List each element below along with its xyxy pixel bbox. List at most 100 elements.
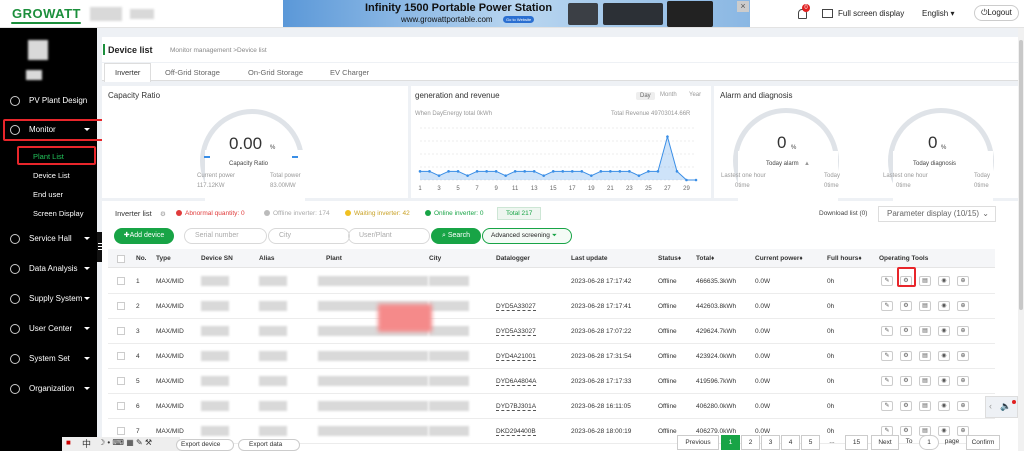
row-checkbox[interactable] — [117, 427, 125, 435]
grid-icon[interactable]: ⊕ — [957, 401, 969, 411]
cell-datalogger[interactable]: DYD6A4804A — [496, 378, 537, 386]
cell-datalogger[interactable]: DYD5A33027 — [496, 303, 536, 311]
search-button[interactable]: ⌕ Search — [431, 228, 481, 244]
page-button-3[interactable]: 3 — [761, 435, 780, 450]
sidebar-subitem-screen-display[interactable]: Screen Display — [33, 209, 83, 218]
export-data-button[interactable]: Export data — [238, 439, 300, 451]
data-point[interactable] — [609, 170, 612, 173]
next-page-button[interactable]: Next — [871, 435, 899, 450]
data-point[interactable] — [675, 170, 679, 173]
sidebar-item-supply-system[interactable]: Supply System — [0, 288, 97, 310]
language-select[interactable]: English ▾ — [922, 9, 955, 18]
data-point[interactable] — [590, 174, 593, 177]
ime-toolbar[interactable]: ■ 中 ☽ • ⌨ ▦ ✎ ⚒ — [62, 437, 180, 451]
chart-icon[interactable]: ▤ — [919, 351, 931, 361]
segment-year[interactable]: Year — [689, 92, 701, 98]
view-icon[interactable]: ◉ — [938, 326, 950, 336]
data-point[interactable] — [485, 170, 488, 173]
data-point[interactable] — [418, 170, 422, 173]
chart-icon[interactable]: ▤ — [919, 326, 931, 336]
column-header-sortable[interactable]: Full hours♦ — [827, 255, 862, 262]
data-point[interactable] — [447, 170, 450, 173]
tab-ev-charger[interactable]: EV Charger — [330, 68, 369, 77]
grid-icon[interactable]: ⊕ — [957, 351, 969, 361]
sidebar-item-system-set[interactable]: System Set — [0, 348, 97, 370]
serial-number-input[interactable]: Serial number — [184, 228, 267, 244]
data-point[interactable] — [542, 174, 546, 177]
filter-waiting[interactable]: Waiting inverter: 42 — [345, 210, 410, 217]
ad-button[interactable]: Go to Website — [503, 16, 535, 23]
data-point[interactable] — [523, 170, 526, 173]
edit-icon[interactable]: ✎ — [881, 351, 893, 361]
floating-widget[interactable]: ‹ 🔈 — [985, 396, 1018, 418]
segment-day[interactable]: Day — [636, 92, 655, 100]
chart-icon[interactable]: ▤ — [919, 401, 931, 411]
data-point[interactable] — [551, 170, 555, 173]
page-button-4[interactable]: 4 — [781, 435, 800, 450]
data-point[interactable] — [428, 170, 431, 173]
data-point[interactable] — [513, 170, 517, 173]
data-point[interactable] — [647, 170, 650, 173]
data-point[interactable] — [561, 170, 565, 173]
chart-icon[interactable]: ▤ — [919, 376, 931, 386]
table-row[interactable] — [108, 294, 995, 319]
table-row[interactable] — [108, 269, 995, 294]
edit-icon[interactable]: ✎ — [881, 276, 893, 286]
data-point[interactable] — [570, 170, 574, 173]
view-icon[interactable]: ◉ — [938, 351, 950, 361]
table-row[interactable] — [108, 344, 995, 369]
column-header-sortable[interactable]: Total♦ — [696, 255, 714, 262]
tab-on-grid-storage[interactable]: On-Grid Storage — [248, 68, 303, 77]
page-button-5[interactable]: 5 — [801, 435, 820, 450]
row-checkbox[interactable] — [117, 302, 125, 310]
filter-online[interactable]: Online inverter: 0 — [425, 210, 484, 217]
cell-datalogger[interactable]: DYD7BJ301A — [496, 403, 537, 411]
advanced-screening-button[interactable]: Advanced screening ⏷ — [482, 228, 572, 244]
data-point[interactable] — [599, 170, 603, 173]
view-icon[interactable]: ◉ — [938, 376, 950, 386]
ad-banner[interactable]: Infinity 1500 Portable Power Station www… — [283, 0, 750, 27]
confirm-page-button[interactable]: Confirm — [966, 435, 1000, 450]
view-icon[interactable]: ◉ — [938, 301, 950, 311]
cell-datalogger[interactable]: DYD4A21001 — [496, 353, 536, 361]
data-point[interactable] — [656, 170, 660, 173]
settings-icon[interactable]: ⚙ — [900, 401, 912, 411]
info-icon[interactable]: ▲ — [804, 161, 810, 167]
list-settings-icon[interactable]: ⚙ — [160, 210, 166, 218]
row-checkbox[interactable] — [117, 277, 125, 285]
logout-button[interactable]: ⏻Logout — [974, 5, 1019, 21]
settings-icon[interactable]: ⚙ — [900, 351, 912, 361]
view-icon[interactable]: ◉ — [938, 276, 950, 286]
table-row[interactable] — [108, 394, 995, 419]
edit-icon[interactable]: ✎ — [881, 401, 893, 411]
table-row[interactable] — [108, 369, 995, 394]
sidebar-item-service-hall[interactable]: Service Hall — [0, 228, 97, 250]
previous-page-button[interactable]: Previous — [677, 435, 719, 450]
data-point[interactable] — [580, 170, 584, 173]
row-checkbox[interactable] — [117, 402, 125, 410]
fullscreen-icon[interactable] — [822, 9, 833, 18]
data-point[interactable] — [532, 170, 536, 173]
grid-icon[interactable]: ⊕ — [957, 301, 969, 311]
chart-icon[interactable]: ▤ — [919, 276, 931, 286]
data-point[interactable] — [628, 170, 631, 173]
cell-datalogger[interactable]: DKD294400B — [496, 428, 536, 436]
chart-icon[interactable]: ▤ — [919, 301, 931, 311]
user-plant-input[interactable]: User/Plant — [348, 228, 430, 244]
fullscreen-button[interactable]: Full screen display — [838, 9, 904, 18]
edit-icon[interactable]: ✎ — [881, 376, 893, 386]
data-point[interactable] — [694, 178, 698, 182]
sidebar-item-user-center[interactable]: User Center — [0, 318, 97, 340]
sidebar-subitem-end-user[interactable]: End user — [33, 190, 63, 199]
data-point[interactable] — [456, 170, 460, 173]
segment-month[interactable]: Month — [660, 92, 677, 98]
view-icon[interactable]: ◉ — [938, 401, 950, 411]
sidebar-item-organization[interactable]: Organization — [0, 378, 97, 400]
settings-icon[interactable]: ⚙ — [900, 326, 912, 336]
data-point[interactable] — [475, 170, 479, 173]
ad-close-icon[interactable]: × — [737, 1, 749, 12]
edit-icon[interactable]: ✎ — [881, 301, 893, 311]
add-device-button[interactable]: ✚Add device — [114, 228, 174, 244]
edit-icon[interactable]: ✎ — [881, 326, 893, 336]
filter-abnormal[interactable]: Abnormal quantity: 0 — [176, 210, 245, 217]
